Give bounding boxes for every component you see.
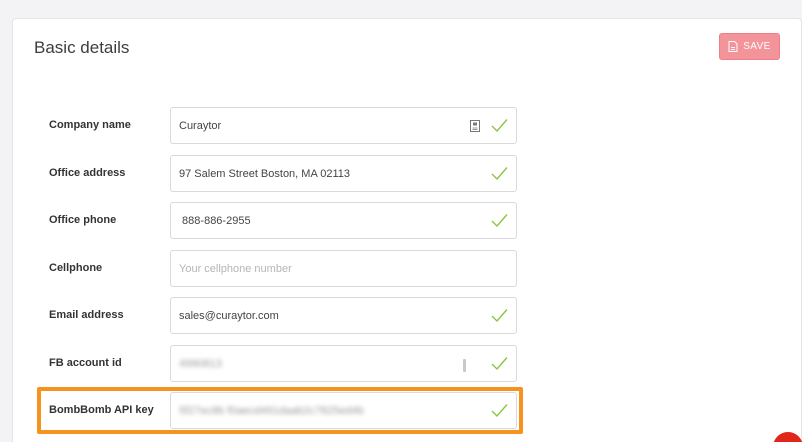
office-phone-field-box — [170, 202, 517, 239]
email-address-row: Email address — [13, 297, 802, 334]
office-address-input[interactable] — [171, 156, 516, 191]
text-cursor-mark — [463, 359, 466, 372]
cellphone-input[interactable] — [171, 251, 516, 286]
office-phone-label: Office phone — [49, 214, 117, 226]
save-button[interactable]: SAVE — [719, 33, 780, 60]
email-address-field-box — [170, 297, 517, 334]
cellphone-label: Cellphone — [49, 262, 103, 274]
company-name-input[interactable] — [171, 108, 516, 143]
contact-card-icon[interactable] — [470, 120, 480, 132]
fb-account-id-row: FB account id — [13, 345, 802, 382]
company-name-label: Company name — [49, 119, 131, 131]
office-phone-row: Office phone — [13, 202, 802, 239]
cellphone-row: Cellphone — [13, 250, 802, 287]
checkmark-icon — [491, 119, 508, 133]
checkmark-icon — [491, 404, 508, 418]
bombbomb-api-key-field-box — [170, 392, 517, 429]
save-file-icon — [728, 41, 738, 52]
fb-account-id-field-box — [170, 345, 517, 382]
save-button-label: SAVE — [743, 41, 771, 52]
panel-title: Basic details — [34, 38, 130, 57]
bombbomb-api-key-input[interactable] — [171, 393, 516, 428]
basic-details-panel: Basic details SAVE Company name Office a… — [12, 18, 802, 442]
email-address-label: Email address — [49, 309, 124, 321]
bombbomb-api-key-label: BombBomb API key — [49, 404, 154, 416]
office-phone-input[interactable] — [171, 203, 516, 238]
company-name-field-box — [170, 107, 517, 144]
checkmark-icon — [491, 214, 508, 228]
cellphone-field-box — [170, 250, 517, 287]
checkmark-icon — [491, 167, 508, 181]
fb-account-id-label: FB account id — [49, 357, 122, 369]
checkmark-icon — [491, 309, 508, 323]
email-address-input[interactable] — [171, 298, 516, 333]
office-address-field-box — [170, 155, 517, 192]
company-name-row: Company name — [13, 107, 802, 144]
office-address-label: Office address — [49, 167, 126, 179]
bombbomb-api-key-row: BombBomb API key — [13, 392, 802, 429]
checkmark-icon — [491, 357, 508, 371]
office-address-row: Office address — [13, 155, 802, 192]
